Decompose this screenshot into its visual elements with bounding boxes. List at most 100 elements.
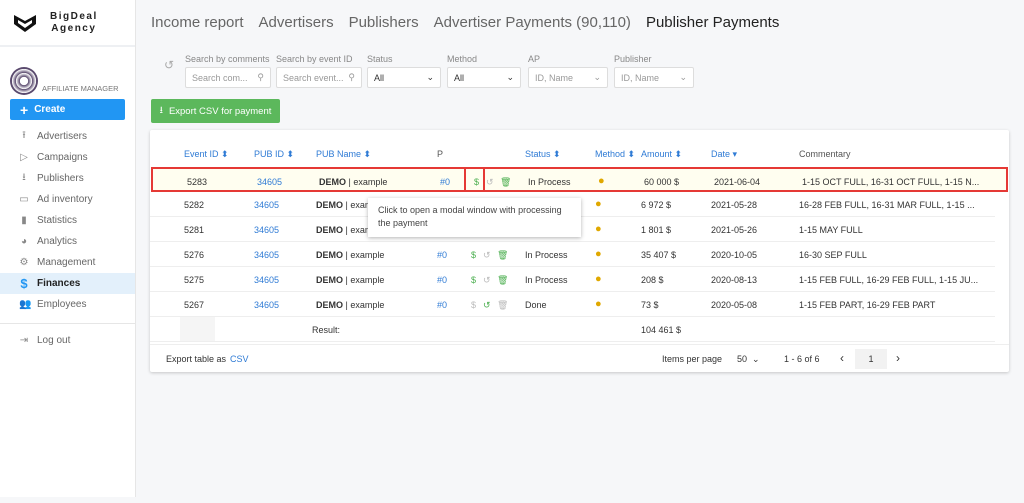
tab-2[interactable]: Publishers — [349, 14, 419, 31]
sidebar-item-analytics[interactable]: ◕ Analytics — [0, 231, 135, 252]
trash-icon[interactable]: 🗑 — [497, 300, 508, 311]
pub-name-suffix: | example — [345, 300, 385, 310]
pub-id-link[interactable]: 34605 — [254, 300, 279, 310]
sidebar-item-ad-inventory[interactable]: ▭ Ad inventory — [0, 189, 135, 210]
sidebar-item-employees[interactable]: 👥 Employees — [0, 294, 135, 315]
result-amount: 104 461 $ — [641, 325, 682, 335]
placeholder: Search event... — [283, 72, 344, 83]
pub-id-link[interactable]: 34605 — [254, 275, 279, 285]
search-comments-input[interactable]: Search com... ⚲ — [185, 67, 271, 88]
window-icon: ▭ — [19, 194, 29, 205]
tab-3[interactable]: Advertiser Payments (90,110) — [434, 14, 631, 31]
col-status[interactable]: Status ⬍ — [525, 149, 561, 160]
method-select[interactable]: All ⌄ — [447, 67, 521, 88]
export-csv-button[interactable]: ⭳ Export CSV for payment — [151, 99, 280, 123]
tab-0[interactable]: Income report — [151, 14, 244, 31]
status-select[interactable]: All ⌄ — [367, 67, 441, 88]
search-icon: ⚲ — [348, 72, 355, 82]
search-event-input[interactable]: Search event... ⚲ — [276, 67, 362, 88]
trash-icon[interactable]: 🗑 — [497, 275, 508, 286]
items-per-page-select[interactable]: 50 ⌄ — [737, 354, 760, 365]
trash-icon[interactable]: 🗑 — [500, 177, 511, 188]
plus-icon: + — [20, 101, 29, 118]
sidebar-item-label: Publishers — [37, 173, 84, 184]
search-icon: ⚲ — [257, 72, 264, 82]
create-button[interactable]: + Create — [10, 99, 125, 120]
reset-filters-icon[interactable]: ↺ — [164, 58, 174, 72]
process-payment-dollar-icon[interactable]: $ — [471, 250, 476, 260]
col-pub-name[interactable]: PUB Name ⬍ — [316, 149, 371, 160]
user-profile[interactable]: AFFILIATE MANAGER — [0, 47, 135, 95]
revert-icon[interactable]: ↺ — [483, 275, 491, 286]
logo[interactable]: BigDeal Agency — [0, 0, 135, 47]
payment-method-icon: ● — [595, 223, 602, 235]
col-amount[interactable]: Amount ⬍ — [641, 149, 682, 160]
tab-4[interactable]: Publisher Payments — [646, 14, 779, 31]
pub-name: DEMO — [316, 300, 343, 310]
filter-label: Search by comments — [185, 54, 270, 64]
table-row[interactable]: 5275 34605 DEMO | example #0 $ ↺ 🗑 In Pr… — [150, 267, 995, 292]
amount: 6 972 $ — [641, 200, 672, 210]
sidebar-item-label: Statistics — [37, 215, 78, 226]
revert-icon[interactable]: ↺ — [486, 177, 494, 188]
next-page-icon[interactable]: › — [896, 351, 900, 365]
sidebar-item-label: Campaigns — [37, 152, 88, 163]
p-link[interactable]: #0 — [437, 300, 447, 310]
tab-1[interactable]: Advertisers — [259, 14, 334, 31]
filter-label: Search by event ID — [276, 54, 353, 64]
table-row[interactable]: 5283 34605 DEMO | example #0 $ ↺ 🗑 In Pr… — [151, 167, 1008, 192]
page-range: 1 - 6 of 6 — [784, 354, 820, 364]
col-event-id[interactable]: Event ID ⬍ — [184, 149, 229, 160]
page-number[interactable]: 1 — [855, 349, 887, 369]
process-payment-dollar-icon[interactable]: $ — [471, 275, 476, 285]
sidebar-item-publishers[interactable]: ⭳ Publishers — [0, 168, 135, 189]
value: All — [374, 72, 385, 83]
amount: 1 801 $ — [641, 225, 672, 235]
commentary: 16-28 FEB FULL, 16-31 MAR FULL, 1-15 ... — [799, 200, 975, 210]
col-method[interactable]: Method ⬍ — [595, 149, 635, 160]
prev-page-icon[interactable]: ‹ — [840, 351, 844, 365]
sidebar-item-statistics[interactable]: ▮ Statistics — [0, 210, 135, 231]
publisher-select[interactable]: ID, Name ⌄ — [614, 67, 694, 88]
sidebar-item-label: Analytics — [37, 236, 78, 247]
commentary: 1-15 FEB FULL, 16-29 FEB FULL, 1-15 JU..… — [799, 275, 979, 285]
table-row[interactable]: 5276 34605 DEMO | example #0 $ ↺ 🗑 In Pr… — [150, 242, 995, 267]
p-link[interactable]: #0 — [437, 250, 447, 260]
logo-icon — [14, 14, 36, 32]
col-date[interactable]: Date ▾ — [711, 149, 737, 160]
pub-id-link[interactable]: 34605 — [254, 200, 279, 210]
trash-icon[interactable]: 🗑 — [497, 250, 508, 261]
pub-name: DEMO — [316, 275, 343, 285]
commentary: 1-15 MAY FULL — [799, 225, 863, 235]
pub-id-link[interactable]: 34605 — [254, 225, 279, 235]
p-link[interactable]: #0 — [437, 275, 447, 285]
commentary: 16-30 SEP FULL — [799, 250, 867, 260]
process-payment-dollar-icon[interactable]: $ — [471, 300, 476, 310]
p-link[interactable]: #0 — [440, 177, 450, 187]
pub-id-link[interactable]: 34605 — [254, 250, 279, 260]
pub-id-link[interactable]: 34605 — [257, 177, 282, 187]
sidebar-item-campaigns[interactable]: ▷ Campaigns — [0, 147, 135, 168]
col-p: P — [437, 149, 444, 159]
export-csv-link[interactable]: CSV — [230, 354, 249, 364]
sidebar-item-management[interactable]: ⚙ Management — [0, 252, 135, 273]
amount: 73 $ — [641, 300, 659, 310]
filter-method: Method All ⌄ — [447, 54, 521, 88]
result-label: Result: — [312, 325, 341, 335]
ap-select[interactable]: ID, Name ⌄ — [528, 67, 608, 88]
revert-icon[interactable]: ↺ — [483, 250, 491, 261]
filter-label: Status — [367, 54, 393, 64]
filter-label: AP — [528, 54, 541, 64]
table-row[interactable]: 5267 34605 DEMO | example #0 $ ↺ 🗑 Done … — [150, 292, 995, 317]
sidebar-item-finances[interactable]: $ Finances — [0, 273, 135, 294]
logout-button[interactable]: ⇥ Log out — [0, 330, 135, 351]
status: In Process — [525, 250, 568, 260]
placeholder: ID, Name — [621, 72, 660, 83]
pub-name: DEMO — [316, 200, 343, 210]
bar-chart-icon: ▮ — [21, 215, 27, 226]
sidebar-item-label: Finances — [37, 278, 81, 289]
revert-icon[interactable]: ↺ — [483, 300, 491, 311]
sidebar-item-advertisers[interactable]: ⭱ Advertisers — [0, 126, 135, 147]
col-pub-id[interactable]: PUB ID ⬍ — [254, 149, 294, 160]
date: 2020-05-08 — [711, 300, 758, 310]
